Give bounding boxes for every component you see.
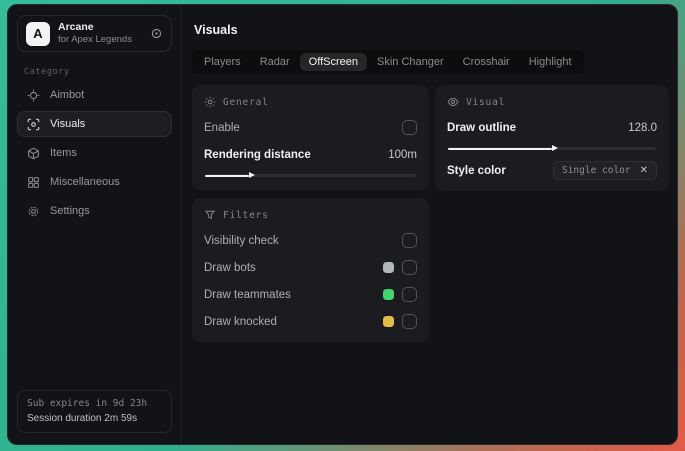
style-color-row: Style color Single color ✕ (447, 160, 657, 181)
general-panel-header: General (204, 96, 417, 108)
draw-bots-checkbox[interactable] (402, 260, 417, 275)
style-color-label: Style color (447, 164, 506, 177)
sidebar-item-visuals[interactable]: Visuals (17, 111, 172, 137)
crosshair-icon (27, 89, 40, 102)
draw-outline-value: 128.0 (628, 121, 657, 134)
draw-knocked-checkbox[interactable] (402, 314, 417, 329)
gear-icon (27, 205, 40, 218)
panel-area: General Enable Rendering distance 100m F… (192, 85, 669, 342)
rendering-distance-label: Rendering distance (204, 148, 311, 161)
sidebar: A Arcane for Apex Legends Category Aimbo… (8, 5, 182, 444)
draw-outline-slider[interactable] (448, 145, 656, 151)
draw-teammates-checkbox[interactable] (402, 287, 417, 302)
rendering-distance-slider-fill (205, 172, 256, 178)
sidebar-item-label: Miscellaneous (50, 176, 120, 188)
app-logo-card: A Arcane for Apex Legends (17, 15, 172, 52)
app-subtitle: for Apex Legends (58, 34, 132, 46)
sidebar-item-miscellaneous[interactable]: Miscellaneous (17, 169, 172, 195)
draw-knocked-color-swatch[interactable] (383, 316, 394, 327)
rendering-distance-row: Rendering distance 100m (204, 144, 417, 165)
draw-bots-controls (383, 260, 417, 275)
draw-teammates-color-swatch[interactable] (383, 289, 394, 300)
visual-panel-title: Visual (466, 96, 506, 108)
enable-row: Enable (204, 117, 417, 138)
draw-teammates-row: Draw teammates (204, 284, 417, 305)
tab-players[interactable]: Players (195, 53, 250, 71)
app-window: A Arcane for Apex Legends Category Aimbo… (7, 4, 678, 445)
subscription-status-card: Sub expires in 9d 23h Session duration 2… (17, 390, 172, 433)
general-panel: General Enable Rendering distance 100m (192, 85, 429, 190)
visual-panel-header: Visual (447, 96, 657, 108)
eye-icon (447, 96, 459, 108)
session-duration-text: Session duration 2m 59s (27, 413, 138, 424)
target-icon[interactable] (150, 27, 163, 40)
scan-icon (27, 118, 40, 131)
draw-teammates-label: Draw teammates (204, 288, 291, 301)
sub-expires-text: Sub expires in 9d 23h (27, 398, 148, 409)
sidebar-item-items[interactable]: Items (17, 140, 172, 166)
sidebar-item-settings[interactable]: Settings (17, 198, 172, 224)
draw-knocked-controls (383, 314, 417, 329)
page-title: Visuals (194, 23, 238, 37)
rendering-distance-value: 100m (388, 148, 417, 161)
filters-panel: Filters Visibility check Draw bots Draw … (192, 198, 429, 342)
draw-teammates-controls (383, 287, 417, 302)
right-column: Visual Draw outline 128.0 Style color Si… (435, 85, 669, 191)
draw-knocked-label: Draw knocked (204, 315, 277, 328)
visibility-check-label: Visibility check (204, 234, 279, 247)
funnel-icon (204, 209, 216, 221)
app-logo: A (26, 21, 50, 46)
enable-label: Enable (204, 121, 240, 134)
tab-highlight[interactable]: Highlight (520, 53, 581, 71)
draw-knocked-row: Draw knocked (204, 311, 417, 332)
draw-bots-color-swatch[interactable] (383, 262, 394, 273)
sidebar-item-label: Aimbot (50, 89, 85, 101)
filters-panel-title: Filters (223, 209, 269, 221)
tab-crosshair[interactable]: Crosshair (454, 53, 519, 71)
sidebar-item-label: Items (50, 147, 77, 159)
tab-offscreen[interactable]: OffScreen (299, 53, 367, 71)
sidebar-item-label: Settings (50, 205, 90, 217)
draw-outline-slider-fill (448, 145, 558, 151)
draw-bots-label: Draw bots (204, 261, 256, 274)
style-color-chip-text: Single color (561, 165, 631, 176)
app-title-block: Arcane for Apex Legends (58, 21, 132, 46)
draw-bots-row: Draw bots (204, 257, 417, 278)
enable-checkbox[interactable] (402, 120, 417, 135)
filters-panel-header: Filters (204, 209, 417, 221)
style-color-chip[interactable]: Single color ✕ (552, 161, 657, 180)
package-icon (27, 147, 40, 160)
tab-skin-changer[interactable]: Skin Changer (368, 53, 453, 71)
visual-panel: Visual Draw outline 128.0 Style color Si… (435, 85, 669, 191)
close-icon[interactable]: ✕ (640, 165, 648, 176)
app-name: Arcane (58, 21, 94, 33)
sidebar-item-label: Visuals (50, 118, 86, 130)
tab-radar[interactable]: Radar (251, 53, 299, 71)
visibility-check-checkbox[interactable] (402, 233, 417, 248)
left-column: General Enable Rendering distance 100m F… (192, 85, 429, 342)
category-label: Category (24, 67, 70, 77)
sidebar-item-aimbot[interactable]: Aimbot (17, 82, 172, 108)
layout-grid-icon (27, 176, 40, 189)
main-content: Visuals Players Radar OffScreen Skin Cha… (182, 5, 677, 444)
visibility-check-row: Visibility check (204, 230, 417, 251)
rendering-distance-slider[interactable] (205, 172, 416, 178)
draw-outline-row: Draw outline 128.0 (447, 117, 657, 138)
sun-icon (204, 96, 216, 108)
draw-outline-label: Draw outline (447, 121, 517, 134)
tab-bar: Players Radar OffScreen Skin Changer Cro… (192, 50, 584, 74)
general-panel-title: General (223, 96, 269, 108)
